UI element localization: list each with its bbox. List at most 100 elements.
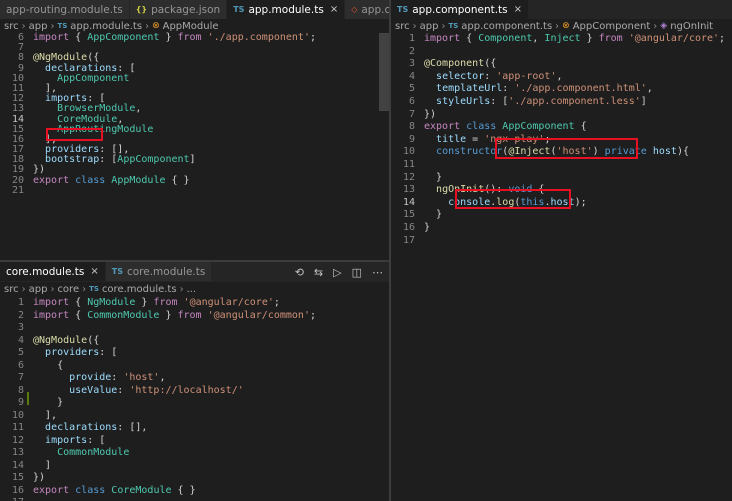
- tab-label: package.json: [151, 3, 221, 16]
- tab-core-module-ts[interactable]: core.module.ts ×: [0, 262, 106, 281]
- code-line[interactable]: 18 bootstrap: [AppComponent]: [0, 155, 389, 165]
- method-symbol-icon: ◈: [660, 21, 668, 31]
- code-line[interactable]: 12 imports: [: [0, 435, 389, 448]
- code-line[interactable]: 6 {: [0, 360, 389, 373]
- breadcrumb-item[interactable]: core.module.ts: [102, 284, 177, 295]
- line-number: 2: [17, 309, 24, 321]
- code-line[interactable]: 6 styleUrls: ['./app.component.less']: [391, 96, 732, 109]
- class-symbol-icon: ⊗: [152, 21, 160, 31]
- code-line[interactable]: 8 export class AppComponent {: [391, 121, 732, 134]
- history-icon[interactable]: ⟲: [295, 266, 304, 279]
- code-line[interactable]: 2: [391, 46, 732, 59]
- split-editor-icon[interactable]: ◫: [352, 266, 362, 279]
- close-icon[interactable]: ×: [90, 266, 98, 277]
- code-text: styleUrls: ['./app.component.less']: [436, 95, 647, 107]
- code-text: export class CoreModule { }: [33, 484, 196, 496]
- code-line[interactable]: 8 useValue: 'http://localhost/': [0, 385, 389, 398]
- highlight-coremodule: [46, 128, 103, 141]
- code-area[interactable]: 6 import { AppComponent } from './app.com…: [0, 32, 389, 196]
- tab-app-compon[interactable]: ◇app.compon: [345, 0, 389, 19]
- close-icon[interactable]: ×: [514, 4, 522, 15]
- code-line[interactable]: 11 declarations: [],: [0, 422, 389, 435]
- code-text: }: [33, 397, 64, 408]
- code-line[interactable]: 16}: [391, 222, 732, 235]
- chevron-right-icon: ›: [82, 283, 87, 295]
- line-number: 6: [408, 95, 415, 107]
- code-line[interactable]: 7 provide: 'host',: [0, 372, 389, 385]
- code-line[interactable]: 17: [391, 235, 732, 248]
- code-text: declarations: [],: [45, 422, 148, 433]
- code-text: export class AppModule { }: [33, 174, 190, 186]
- breadcrumb-item[interactable]: core: [57, 284, 79, 295]
- breadcrumb-item[interactable]: AppComponent: [573, 21, 651, 32]
- file-type-icon: TS: [233, 5, 245, 14]
- line-number: 8: [17, 384, 24, 396]
- breadcrumb-item[interactable]: app: [29, 284, 48, 295]
- code-line[interactable]: 4 selector: 'app-root',: [391, 71, 732, 84]
- breadcrumb-item[interactable]: app.module.ts: [70, 21, 142, 32]
- code-line[interactable]: 16 export class CoreModule { }: [0, 485, 389, 498]
- tab-package-json[interactable]: {} package.json: [129, 0, 228, 19]
- code-line[interactable]: 1 import { NgModule } from '@angular/core…: [0, 297, 389, 310]
- line-number: 7: [408, 108, 415, 120]
- code-line[interactable]: 3 @Component({: [391, 58, 732, 71]
- code-line[interactable]: 2 import { CommonModule } from '@angular/…: [0, 310, 389, 323]
- line-number: 12: [402, 171, 415, 183]
- code-line[interactable]: 13 CommonModule: [0, 447, 389, 460]
- tab-app-routing-module-ts[interactable]: app-routing.module.ts: [0, 0, 130, 19]
- breadcrumb-item[interactable]: app: [420, 21, 439, 32]
- code-line[interactable]: 5 providers: [: [0, 347, 389, 360]
- code-line[interactable]: 4 @NgModule({: [0, 335, 389, 348]
- tab-label: core.module.ts: [6, 265, 85, 278]
- line-number: 15: [402, 209, 415, 221]
- code-line[interactable]: 21: [0, 185, 389, 196]
- breadcrumb-item[interactable]: app: [29, 21, 48, 32]
- code-line[interactable]: 10 AppComponent: [0, 73, 389, 84]
- breadcrumb-item[interactable]: src: [395, 21, 410, 32]
- breadcrumb-item[interactable]: AppModule: [163, 21, 219, 32]
- run-icon[interactable]: ▷: [333, 266, 341, 279]
- code-text: }): [33, 472, 46, 483]
- line-number: 5: [17, 347, 24, 358]
- more-icon[interactable]: ⋯: [372, 266, 383, 279]
- tab-label: app.component.ts: [412, 3, 508, 16]
- breadcrumb-item[interactable]: ...: [187, 284, 197, 295]
- code-line[interactable]: 3: [0, 322, 389, 335]
- code-line[interactable]: 20 export class AppModule { }: [0, 174, 389, 186]
- tab-app-component-ts[interactable]: TS app.component.ts ×: [391, 0, 530, 19]
- code-line[interactable]: 15}): [0, 472, 389, 485]
- code-line[interactable]: 5 templateUrl: './app.component.html',: [391, 83, 732, 96]
- typescript-file-icon: TS: [57, 22, 68, 30]
- code-line[interactable]: 1 import { Component, Inject } from '@ang…: [391, 33, 732, 46]
- code-line[interactable]: 6 import { AppComponent } from './app.com…: [0, 32, 389, 43]
- compare-icon[interactable]: ⇆: [314, 266, 323, 279]
- scrollbar[interactable]: [379, 33, 389, 111]
- code-text: ],: [33, 409, 58, 421]
- code-line[interactable]: 11: [391, 159, 732, 172]
- tab-app-module-ts[interactable]: TS app.module.ts ×: [227, 0, 346, 19]
- breadcrumb-item[interactable]: src: [4, 284, 19, 295]
- code-line[interactable]: 15 }: [391, 209, 732, 222]
- class-symbol-icon: ⊗: [562, 21, 570, 31]
- code-line[interactable]: 17: [0, 497, 389, 501]
- breadcrumb-item[interactable]: ngOnInit: [670, 21, 713, 32]
- chevron-right-icon: ›: [179, 283, 184, 295]
- code-line[interactable]: 7}): [391, 109, 732, 122]
- code-text: import { NgModule } from '@angular/core'…: [33, 297, 280, 308]
- code-text: templateUrl: './app.component.html',: [436, 83, 653, 95]
- line-number: 3: [17, 322, 24, 333]
- typescript-file-icon: TS: [448, 22, 459, 30]
- code-line[interactable]: 14 ]: [0, 460, 389, 473]
- tab-label: app.module.ts: [248, 3, 324, 16]
- code-line[interactable]: 10 ],: [0, 410, 389, 423]
- code-line[interactable]: 12 }: [391, 172, 732, 185]
- code-line[interactable]: 9 }: [0, 397, 389, 410]
- breadcrumb-item[interactable]: app.component.ts: [461, 21, 552, 32]
- tab-core-module-ts[interactable]: TS core.module.ts: [105, 262, 213, 281]
- tab-label: core.module.ts: [126, 265, 206, 278]
- close-icon[interactable]: ×: [330, 4, 338, 15]
- editor-actions: ⟲ ⇆ ▷ ◫ ⋯: [295, 266, 383, 279]
- code-text: @Component({: [424, 58, 497, 70]
- code-area[interactable]: 1 import { NgModule } from '@angular/core…: [0, 297, 389, 501]
- breadcrumb-item[interactable]: src: [4, 21, 19, 32]
